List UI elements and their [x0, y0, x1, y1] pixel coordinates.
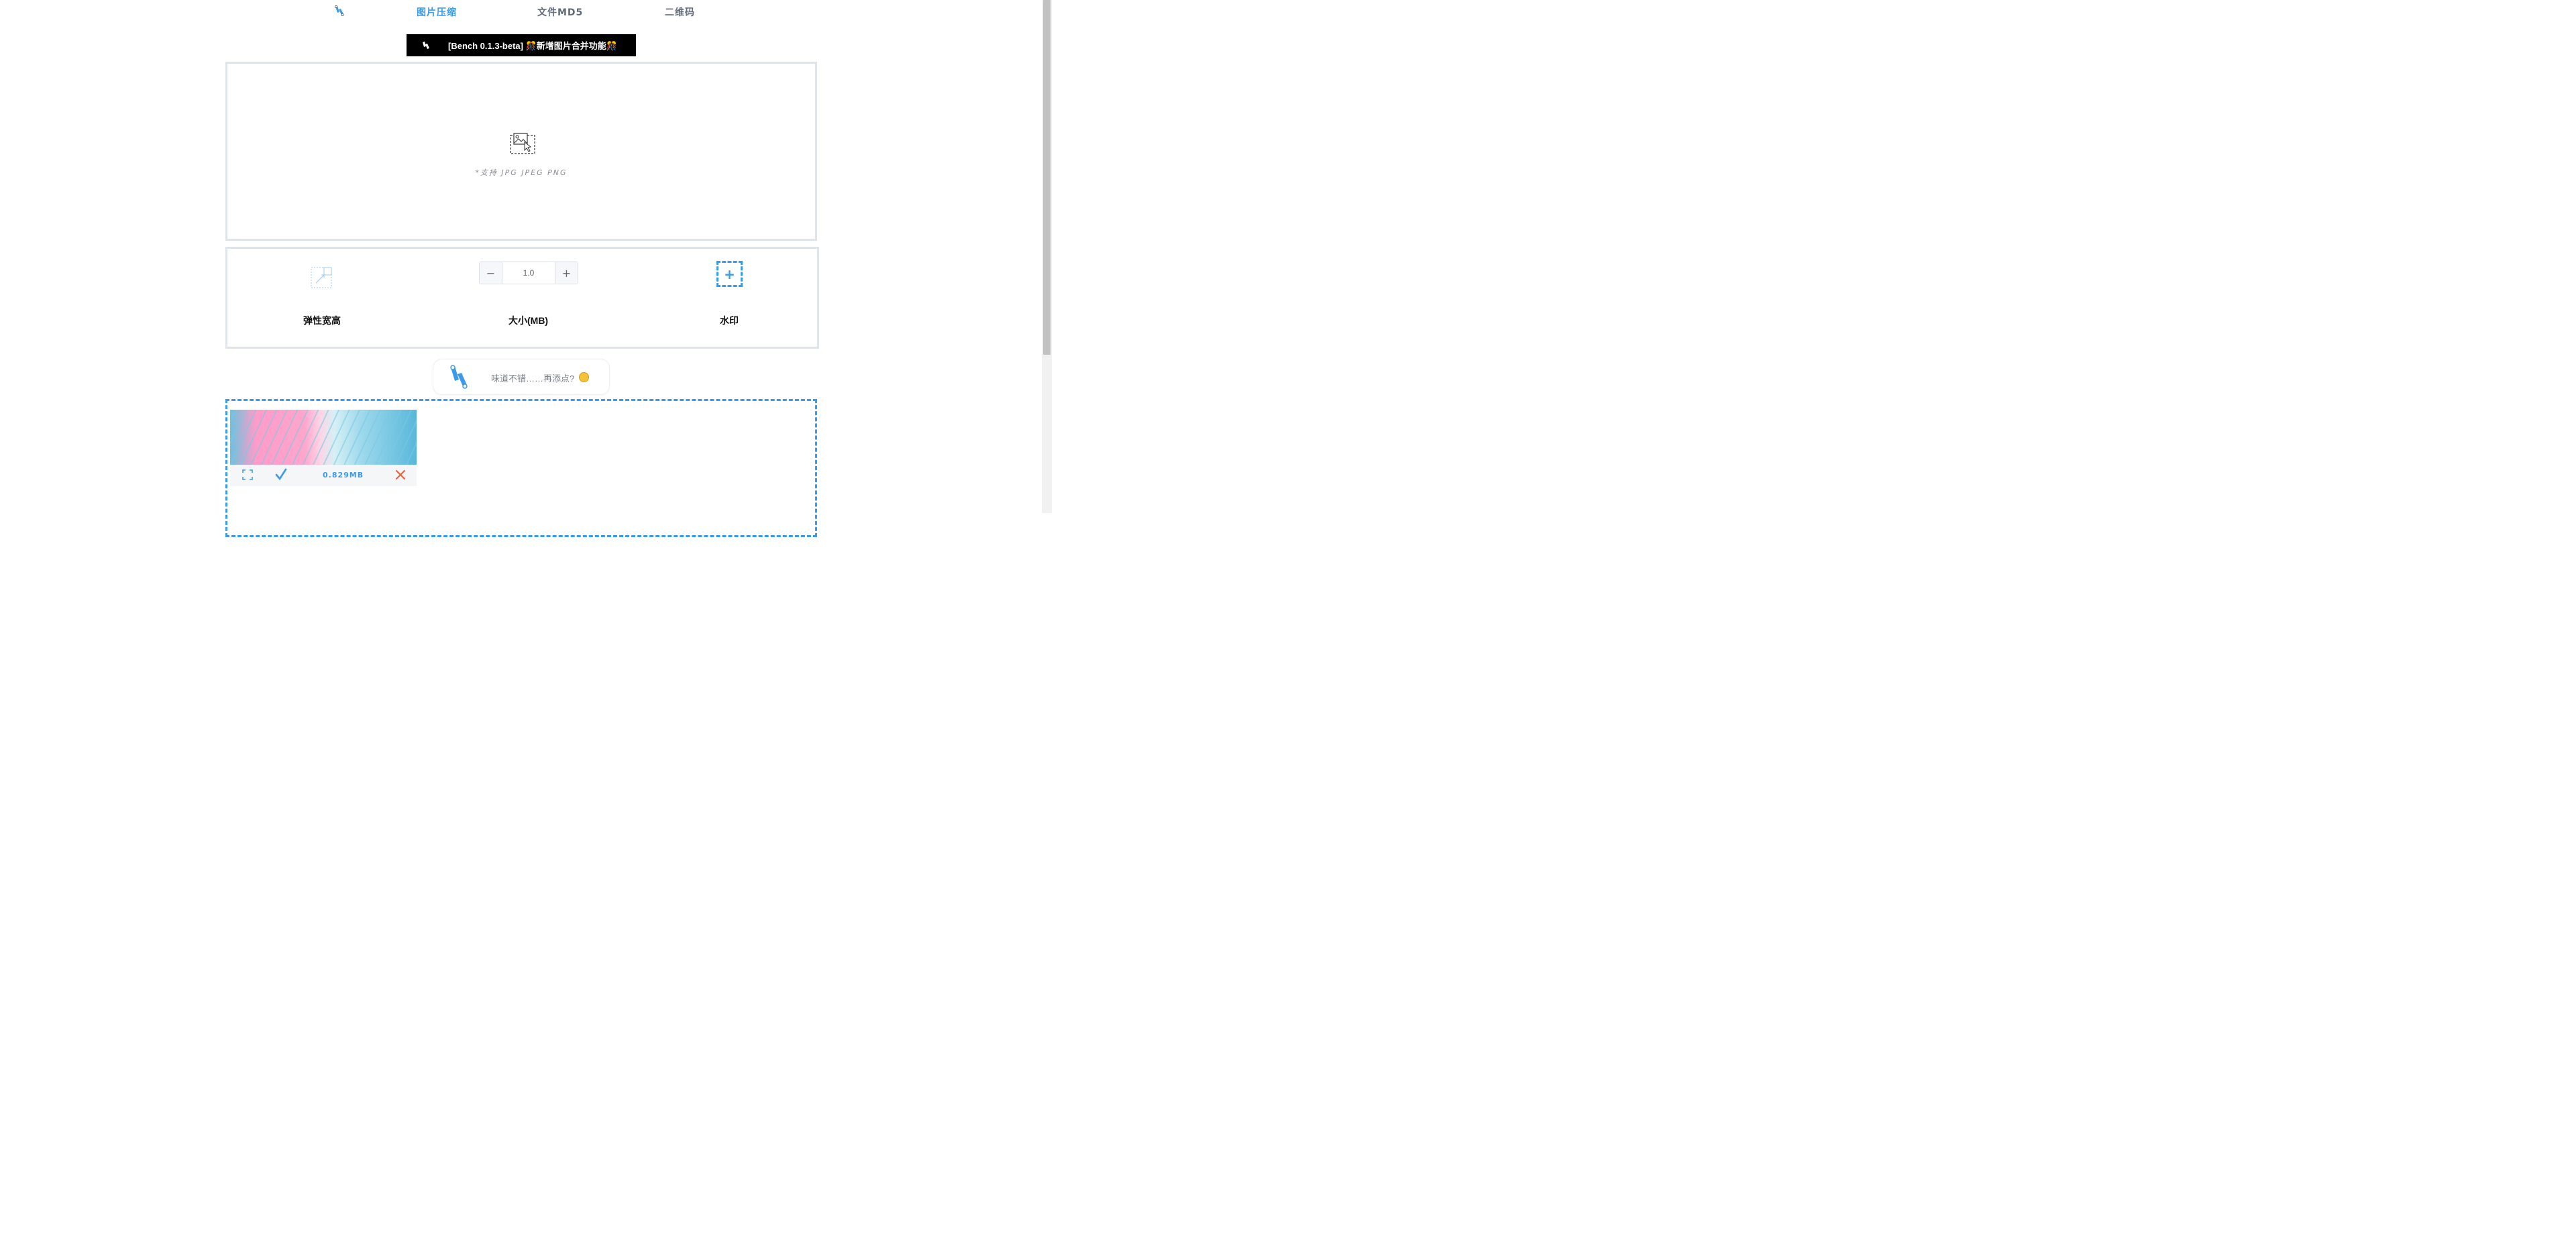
result-card: 0.829MB — [230, 410, 417, 487]
tip-text: 味道不错……再添点? — [491, 374, 575, 384]
bench-logo-icon — [423, 41, 429, 49]
scrollbar-thumb[interactable] — [1043, 0, 1051, 355]
compressed-results-area: 0.829MB — [225, 399, 817, 537]
increment-button[interactable]: + — [555, 262, 578, 284]
image-upload-icon — [510, 133, 535, 154]
watermark-label: 水印 — [720, 315, 739, 326]
result-file-size: 0.829MB — [323, 471, 364, 479]
size-input[interactable] — [502, 262, 555, 284]
check-icon[interactable] — [274, 468, 288, 481]
tip-bubble: 味道不错……再添点? — [433, 359, 610, 395]
fullscreen-icon[interactable] — [241, 469, 254, 481]
nav-tab-image-compress[interactable]: 图片压缩 — [417, 5, 457, 19]
nav-tab-file-md5[interactable]: 文件MD5 — [537, 5, 583, 19]
resize-icon[interactable] — [311, 267, 332, 288]
mascot-icon — [450, 365, 468, 389]
plus-icon: + — [724, 266, 735, 282]
announcement-banner[interactable]: [Bench 0.1.3-beta] 🎊新增图片合并功能🎊 — [407, 34, 636, 56]
result-toolbar: 0.829MB — [230, 465, 417, 486]
size-label: 大小(MB) — [508, 315, 549, 326]
image-upload-dropzone[interactable]: *支持 JPG JPEG PNG — [225, 62, 817, 241]
resize-label: 弹性宽高 — [303, 315, 341, 326]
top-nav: 图片压缩 文件MD5 二维码 — [0, 0, 1042, 24]
banner-text: [Bench 0.1.3-beta] 🎊新增图片合并功能🎊 — [448, 41, 617, 51]
close-icon[interactable] — [395, 469, 406, 480]
nav-tab-qrcode[interactable]: 二维码 — [665, 5, 695, 19]
result-thumbnail[interactable] — [230, 410, 417, 465]
size-stepper: − + — [479, 262, 578, 284]
upload-format-hint: *支持 JPG JPEG PNG — [475, 168, 568, 177]
app-logo-icon[interactable] — [333, 4, 346, 17]
add-watermark-button[interactable]: + — [716, 261, 743, 287]
smile-emoji-icon — [579, 372, 589, 382]
compress-options-panel: 弹性宽高 − + 大小(MB) + 水印 — [225, 247, 819, 349]
page-scrollbar[interactable] — [1042, 0, 1052, 513]
decrement-button[interactable]: − — [480, 262, 502, 284]
